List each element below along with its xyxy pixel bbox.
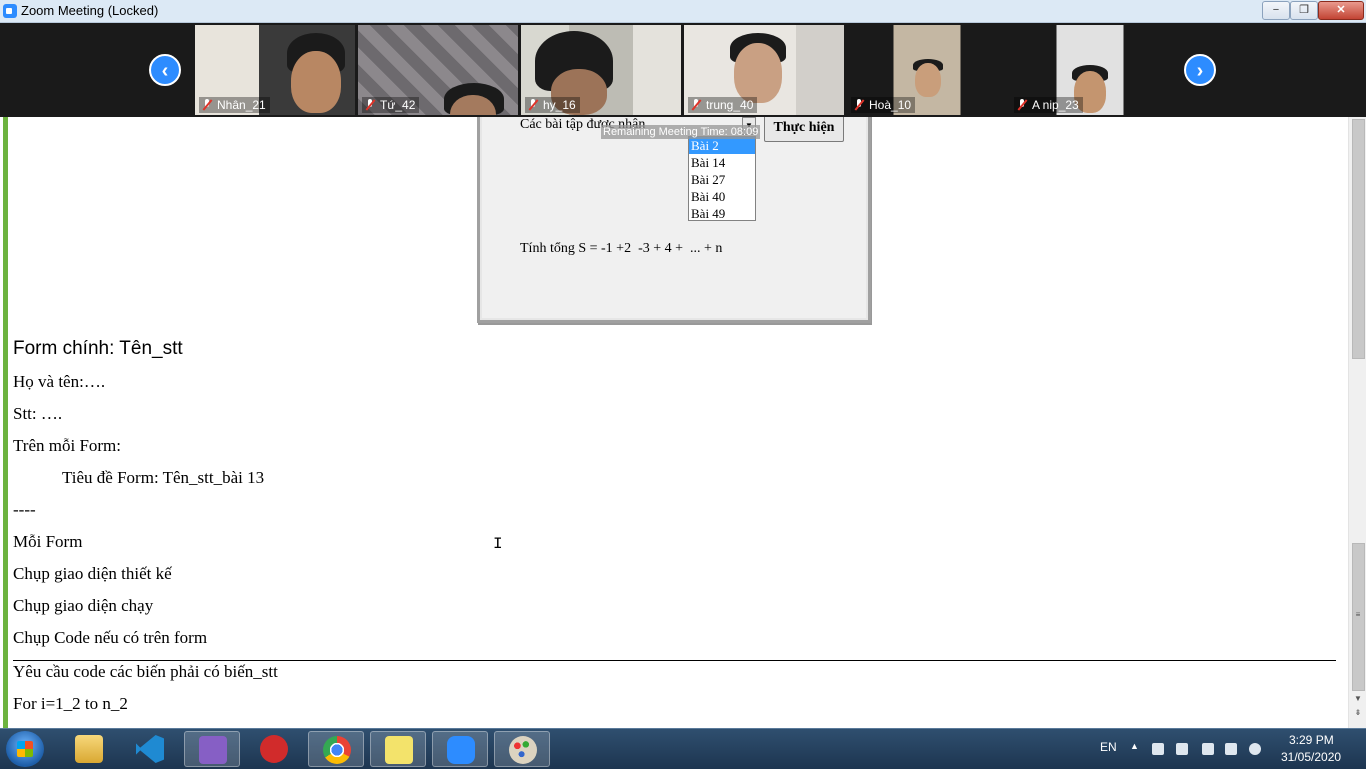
network-icon[interactable] (1225, 743, 1237, 755)
show-hidden-icons-icon[interactable]: ▲ (1130, 741, 1139, 751)
sticky-notes-button[interactable] (370, 731, 426, 767)
dropdown-option[interactable]: Bài 2 (689, 137, 755, 154)
doc-line: Chụp giao diện chạy (13, 596, 154, 615)
participant-tile[interactable]: hy_16 (521, 25, 681, 115)
paint-button[interactable] (494, 731, 550, 767)
dropdown-option[interactable]: Bài 14 (689, 154, 755, 171)
document-heading: Form chính: Tên_stt (13, 338, 183, 359)
prev-page-button[interactable]: ‹ (149, 54, 181, 86)
muted-mic-icon (365, 99, 375, 111)
dropdown-option[interactable]: Bài 49 (689, 205, 755, 222)
close-button[interactable]: ✕ (1318, 1, 1364, 20)
exercise-dropdown-list[interactable]: Bài 2 Bài 14 Bài 27 Bài 40 Bài 49 (688, 136, 756, 221)
chrome-icon (323, 736, 351, 764)
garena-button[interactable] (246, 731, 302, 767)
chrome-button[interactable] (308, 731, 364, 767)
muted-mic-icon (202, 99, 212, 111)
flag-icon[interactable] (1176, 743, 1188, 755)
participant-name: hy_16 (543, 98, 576, 112)
vscode-button[interactable] (122, 731, 178, 767)
meeting-time-tooltip: Remaining Meeting Time: 08:09 (601, 125, 761, 139)
language-indicator[interactable]: EN (1100, 740, 1117, 754)
garena-icon (260, 735, 288, 763)
video-strip: ‹ Nhân_21 Tứ_42 hy_16 trung_40 Hoà_10 A … (0, 23, 1366, 117)
file-explorer-button[interactable] (61, 731, 117, 767)
folder-icon (75, 735, 103, 763)
zoom-button[interactable] (432, 731, 488, 767)
formula-text: Tính tổng S = -1 +2 -3 + 4 + ... + n (520, 241, 723, 256)
participant-name: Tứ_42 (380, 98, 416, 112)
doc-line: Tiêu đề Form: Tên_stt_bài 13 (62, 468, 265, 487)
doc-line: Chụp Code nếu có trên form (13, 628, 208, 647)
volume-icon[interactable] (1202, 743, 1214, 755)
scroll-page-arrow-icon[interactable]: ⇟ (1352, 707, 1364, 719)
participant-tile[interactable]: A nip_23 (1010, 25, 1170, 115)
muted-mic-icon (1017, 99, 1027, 111)
doc-line: Mỗi Form (13, 532, 83, 551)
clock-time[interactable]: 3:29 PM (1289, 733, 1334, 747)
next-page-button[interactable]: › (1184, 54, 1216, 86)
paint-palette-icon (509, 736, 537, 764)
muted-mic-icon (691, 99, 701, 111)
scroll-grip-icon: ≡ (1355, 610, 1361, 619)
doc-line: For i=1_2 to n_2 (13, 694, 128, 713)
shared-document[interactable]: Các bài tập được nhận ▼ Thực hiện Bài 2 … (0, 117, 1348, 728)
doc-line: Chụp giao diện thiết kế (13, 564, 172, 583)
vertical-scrollbar[interactable]: ≡ ▼ ⇟ (1348, 117, 1366, 728)
dropdown-option[interactable]: Bài 27 (689, 171, 755, 188)
participant-tile[interactable]: Hoà_10 (847, 25, 1007, 115)
clock-date[interactable]: 31/05/2020 (1281, 750, 1341, 764)
participant-tile[interactable]: Nhân_21 (195, 25, 355, 115)
zoom-icon (447, 736, 475, 764)
windows-taskbar: EN ▲ 3:29 PM 31/05/2020 (0, 728, 1366, 769)
participant-name: A nip_23 (1032, 98, 1079, 112)
vscode-icon (136, 735, 164, 763)
doc-line: Họ và tên:…. (13, 372, 106, 391)
zoom-icon (3, 4, 17, 18)
doc-line: Stt: …. (13, 404, 63, 423)
start-button[interactable] (6, 731, 44, 767)
muted-mic-icon (528, 99, 538, 111)
scroll-thumb-top[interactable] (1352, 119, 1365, 359)
scroll-down-arrow-icon[interactable]: ▼ (1352, 693, 1364, 705)
text-cursor-icon: I (493, 535, 503, 553)
restore-button[interactable]: ❐ (1290, 1, 1318, 20)
muted-mic-icon (854, 99, 864, 111)
window-title: Zoom Meeting (Locked) (21, 3, 159, 18)
horizontal-rule (13, 660, 1336, 661)
page-margin-bar (3, 117, 8, 728)
title-bar: Zoom Meeting (Locked) − ❐ ✕ (0, 0, 1366, 23)
doc-line: Trên mỗi Form: (13, 436, 122, 455)
doc-line: ---- (13, 500, 36, 519)
execute-button[interactable]: Thực hiện (764, 117, 844, 142)
tray-app-icon[interactable] (1152, 743, 1164, 755)
participant-tile[interactable]: trung_40 (684, 25, 844, 115)
sticky-notes-icon (385, 736, 413, 764)
participant-name: Hoà_10 (869, 98, 912, 112)
minimize-button[interactable]: − (1262, 1, 1290, 20)
participant-tile[interactable]: Tứ_42 (358, 25, 518, 115)
dropdown-option[interactable]: Bài 40 (689, 188, 755, 205)
visual-studio-icon (199, 736, 227, 764)
doc-line: Yêu cầu code các biến phải có biến_stt (13, 662, 278, 681)
participant-name: Nhân_21 (217, 98, 266, 112)
form-preview-image: Các bài tập được nhận ▼ Thực hiện Bài 2 … (477, 117, 871, 323)
visual-studio-button[interactable] (184, 731, 240, 767)
onedrive-icon[interactable] (1249, 743, 1261, 755)
participant-name: trung_40 (706, 98, 754, 112)
